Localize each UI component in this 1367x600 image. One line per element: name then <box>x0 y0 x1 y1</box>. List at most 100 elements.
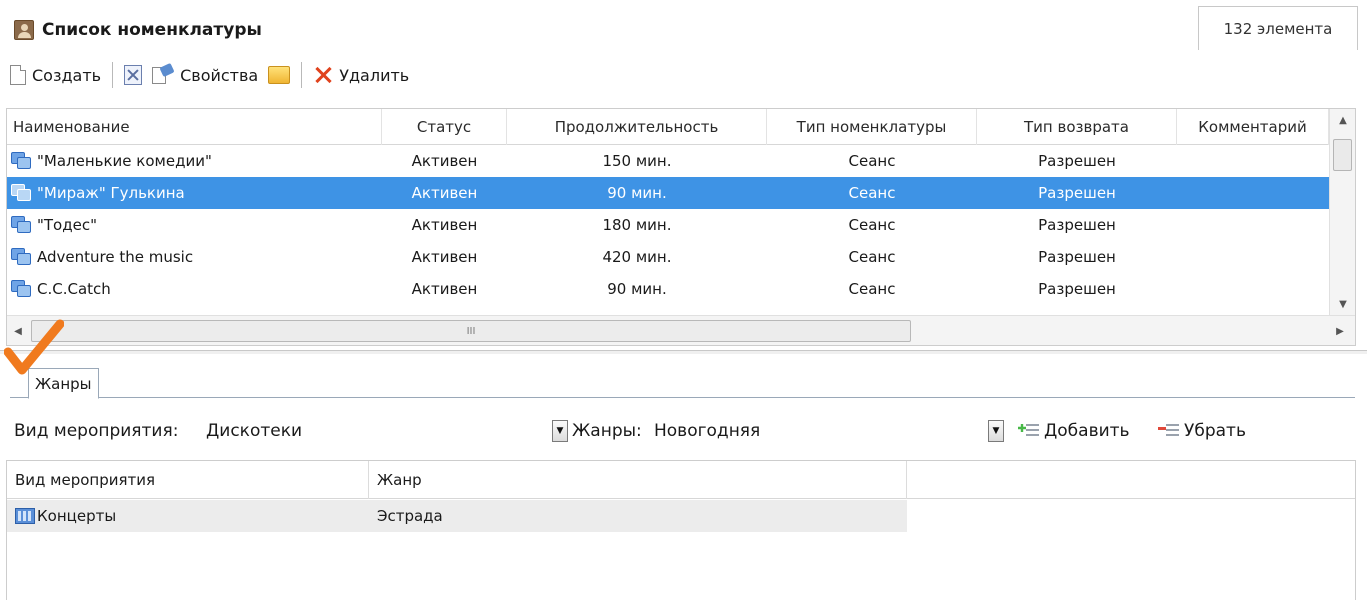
cell-comment <box>1177 273 1329 305</box>
cell-name: "Мираж" Гулькина <box>37 184 185 202</box>
new-document-icon <box>10 65 26 85</box>
column-header-status[interactable]: Статус <box>382 109 507 145</box>
cell-duration: 90 мин. <box>607 184 667 202</box>
close-document-icon <box>124 65 143 85</box>
genres-table: Вид мероприятия Жанр Концерты Эстрада <box>6 460 1356 600</box>
event-type-label: Вид мероприятия: <box>14 421 179 441</box>
table-row[interactable]: "Маленькие комедии" Активен 150 мин. Сеа… <box>7 145 1329 177</box>
remove-genre-button[interactable]: Убрать <box>1158 414 1246 448</box>
cell-return: Разрешен <box>1038 280 1116 298</box>
item-count-badge: 132 элемента <box>1198 6 1358 50</box>
toolbar-separator <box>301 62 303 88</box>
toolbar: Создать Свойства Удалить <box>8 58 411 92</box>
cell-comment <box>1177 241 1329 273</box>
properties-label: Свойства <box>180 65 259 85</box>
column-header-item-type[interactable]: Тип номенклатуры <box>767 109 977 145</box>
orange-checkmark-icon <box>4 319 64 375</box>
properties-button[interactable]: Свойства <box>150 62 260 85</box>
chevron-down-icon[interactable]: ▼ <box>988 420 1004 442</box>
cell-name: C.C.Catch <box>37 280 111 298</box>
vertical-scroll-thumb[interactable] <box>1333 139 1352 171</box>
panel-splitter[interactable] <box>0 350 1367 354</box>
item-icon <box>11 216 33 234</box>
column-header-comment[interactable]: Комментарий <box>1177 109 1329 145</box>
delete-label: Удалить <box>339 65 410 85</box>
cell-type: Сеанс <box>848 216 896 234</box>
table-row[interactable]: "Тодес" Активен 180 мин. Сеанс Разрешен <box>7 209 1329 241</box>
cell-duration: 90 мин. <box>607 280 667 298</box>
item-icon <box>11 184 33 202</box>
cell-status: Активен <box>411 248 478 266</box>
cell-return: Разрешен <box>1038 152 1116 170</box>
window-header: Список номенклатуры 132 элемента <box>0 0 1367 56</box>
cell-type: Сеанс <box>848 280 896 298</box>
cell-return: Разрешен <box>1038 184 1116 202</box>
folder-icon <box>268 66 291 84</box>
cell-status: Активен <box>411 216 478 234</box>
scroll-right-arrow-icon[interactable]: ▶ <box>1329 316 1351 345</box>
table-row[interactable]: Концерты Эстрада <box>7 500 907 532</box>
scroll-down-arrow-icon[interactable]: ▼ <box>1330 293 1355 315</box>
cell-duration: 150 мин. <box>602 152 672 170</box>
event-icon <box>15 508 35 524</box>
cell-comment <box>1177 177 1329 209</box>
delete-button[interactable]: Удалить <box>311 65 411 85</box>
genres-combobox[interactable]: Новогодняя ▼ <box>650 416 1004 446</box>
item-icon <box>11 152 33 170</box>
table-row[interactable]: C.C.Catch Активен 90 мин. Сеанс Разрешен <box>7 273 1329 305</box>
cell-name: "Маленькие комедии" <box>37 152 212 170</box>
cell-return: Разрешен <box>1038 248 1116 266</box>
cell-comment <box>1177 145 1329 177</box>
cell-name: "Тодес" <box>37 216 97 234</box>
column-header-return-type[interactable]: Тип возврата <box>977 109 1177 145</box>
cell-status: Активен <box>411 280 478 298</box>
event-type-value: Дискотеки <box>206 421 303 441</box>
cell-type: Сеанс <box>848 152 896 170</box>
toolbar-separator <box>112 62 114 88</box>
column-header-duration[interactable]: Продолжительность <box>507 109 767 145</box>
genres-value: Новогодняя <box>654 421 761 441</box>
horizontal-scrollbar[interactable]: ◀ III ▶ <box>7 315 1355 345</box>
item-icon <box>11 248 33 266</box>
column-header-genre[interactable]: Жанр <box>369 461 907 499</box>
column-header-name[interactable]: Наименование <box>7 109 382 145</box>
cell-event: Концерты <box>37 507 117 525</box>
cell-return: Разрешен <box>1038 216 1116 234</box>
table-row-selected[interactable]: "Мираж" Гулькина Активен 90 мин. Сеанс Р… <box>7 177 1329 209</box>
cell-duration: 420 мин. <box>602 248 672 266</box>
items-table-body: "Маленькие комедии" Активен 150 мин. Сеа… <box>7 145 1329 305</box>
scroll-up-arrow-icon[interactable]: ▲ <box>1330 109 1355 131</box>
cell-comment <box>1177 209 1329 241</box>
cell-genre: Эстрада <box>377 507 443 525</box>
items-table: Наименование Статус Продолжительность Ти… <box>6 108 1356 346</box>
items-table-header: Наименование Статус Продолжительность Ти… <box>7 109 1329 145</box>
item-icon <box>11 280 33 298</box>
event-type-combobox[interactable]: Дискотеки ▼ <box>202 416 568 446</box>
vertical-scrollbar[interactable]: ▲ ▼ <box>1329 109 1355 315</box>
genres-table-header: Вид мероприятия Жанр <box>7 461 1355 499</box>
remove-label: Убрать <box>1184 421 1246 441</box>
cell-type: Сеанс <box>848 248 896 266</box>
genres-label: Жанры: <box>572 421 642 441</box>
cell-name: Adventure the music <box>37 248 194 266</box>
chevron-down-icon[interactable]: ▼ <box>552 420 568 442</box>
column-header-event-type[interactable]: Вид мероприятия <box>7 461 369 499</box>
folder-button[interactable] <box>266 66 292 84</box>
create-button[interactable]: Создать <box>8 65 103 85</box>
table-row[interactable]: Adventure the music Активен 420 мин. Сеа… <box>7 241 1329 273</box>
delete-icon <box>313 65 333 85</box>
remove-list-icon <box>1158 422 1180 440</box>
title-group: Список номенклатуры <box>14 20 262 40</box>
properties-icon <box>152 62 175 85</box>
cell-duration: 180 мин. <box>602 216 672 234</box>
horizontal-scroll-thumb[interactable]: III <box>31 320 911 342</box>
genre-filter-bar: Вид мероприятия: Дискотеки ▼ Жанры: Ново… <box>14 414 1364 448</box>
catalog-icon <box>14 20 34 40</box>
cancel-edit-button[interactable] <box>122 65 144 85</box>
add-genre-button[interactable]: Добавить <box>1018 414 1130 448</box>
tab-strip: Жанры <box>10 360 1355 399</box>
add-label: Добавить <box>1044 421 1130 441</box>
create-label: Создать <box>32 65 102 85</box>
scroll-grip: III <box>466 325 476 337</box>
cell-status: Активен <box>411 184 478 202</box>
